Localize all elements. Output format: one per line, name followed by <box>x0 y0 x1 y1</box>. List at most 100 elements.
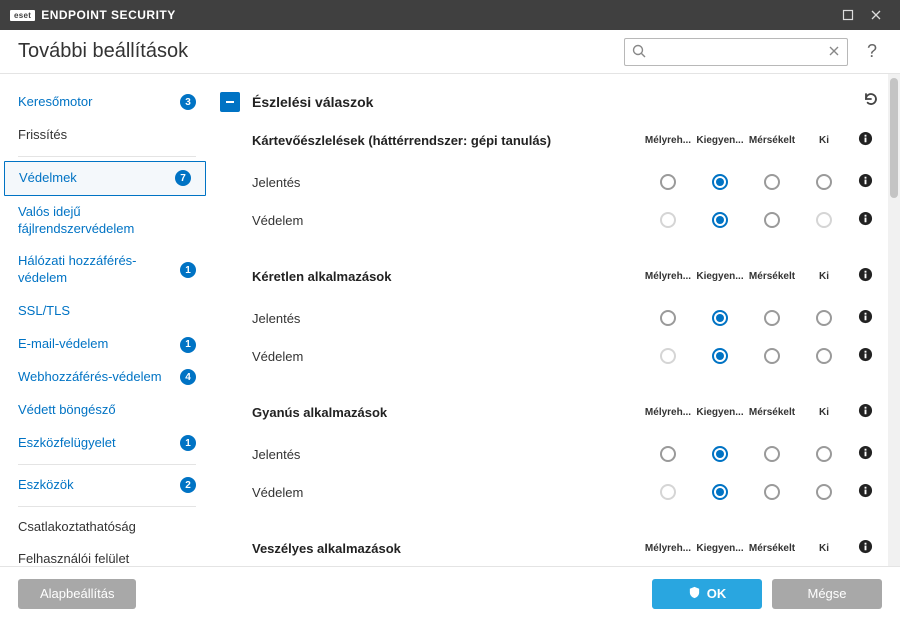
sidebar-item-label: Védett böngésző <box>18 402 196 419</box>
sidebar-item[interactable]: Csatlakoztathatóság <box>0 511 210 544</box>
radio-option[interactable] <box>746 446 798 462</box>
column-header: Kiegyen... <box>694 271 746 282</box>
scrollbar-thumb[interactable] <box>890 78 898 198</box>
window-close-button[interactable] <box>862 0 890 30</box>
settings-row: Védelem <box>252 473 880 511</box>
row-label: Védelem <box>252 213 642 228</box>
column-header: Mélyreh... <box>642 135 694 146</box>
sidebar-item-label: E-mail-védelem <box>18 336 174 353</box>
radio-option[interactable] <box>694 212 746 228</box>
group-title: Gyanús alkalmazások <box>252 405 642 420</box>
badge: 4 <box>180 369 196 385</box>
column-header: Mérsékelt <box>746 543 798 554</box>
group-title: Veszélyes alkalmazások <box>252 541 642 556</box>
radio-option[interactable] <box>746 212 798 228</box>
footer: Alapbeállítás OK Mégse <box>0 566 900 620</box>
row-label: Védelem <box>252 349 642 364</box>
row-label: Jelentés <box>252 175 642 190</box>
sidebar-item[interactable]: Eszközfelügyelet1 <box>0 427 210 460</box>
radio-option[interactable] <box>694 310 746 326</box>
column-header: Kiegyen... <box>694 407 746 418</box>
cancel-button[interactable]: Mégse <box>772 579 882 609</box>
sidebar-item[interactable]: SSL/TLS <box>0 295 210 328</box>
settings-group: Gyanús alkalmazásokMélyreh...Kiegyen...M… <box>252 403 880 511</box>
sidebar-item[interactable]: Védett böngésző <box>0 394 210 427</box>
radio-option[interactable] <box>746 484 798 500</box>
column-header: Mélyreh... <box>642 543 694 554</box>
radio-option[interactable] <box>642 446 694 462</box>
info-icon[interactable] <box>850 131 880 149</box>
info-icon[interactable] <box>850 445 880 463</box>
radio-option[interactable] <box>694 174 746 190</box>
sidebar-item-label: SSL/TLS <box>18 303 196 320</box>
collapse-section-button[interactable] <box>220 92 240 112</box>
row-label: Védelem <box>252 485 642 500</box>
radio-option[interactable] <box>694 446 746 462</box>
info-icon[interactable] <box>850 173 880 191</box>
radio-option[interactable] <box>746 174 798 190</box>
ok-label: OK <box>707 586 727 601</box>
settings-row: Védelem <box>252 337 880 375</box>
radio-option[interactable] <box>642 174 694 190</box>
sidebar-item[interactable]: Eszközök 2 <box>0 469 210 502</box>
sidebar-item-label: Felhasználói felület <box>18 551 196 566</box>
settings-group: Veszélyes alkalmazásokMélyreh...Kiegyen.… <box>252 539 880 566</box>
badge: 1 <box>180 337 196 353</box>
sidebar-item-label: Valós idejű fájlrendszervédelem <box>18 204 196 238</box>
settings-row: Jelentés <box>252 435 880 473</box>
section-title: Észlelési válaszok <box>252 94 850 110</box>
radio-option[interactable] <box>798 446 850 462</box>
info-icon[interactable] <box>850 347 880 365</box>
sidebar-item-label: Frissítés <box>18 127 196 144</box>
brand: eset ENDPOINT SECURITY <box>10 8 176 22</box>
radio-option[interactable] <box>642 310 694 326</box>
radio-option[interactable] <box>746 348 798 364</box>
sidebar-separator <box>18 506 196 507</box>
info-icon[interactable] <box>850 267 880 285</box>
radio-option[interactable] <box>798 310 850 326</box>
info-icon[interactable] <box>850 403 880 421</box>
info-icon[interactable] <box>850 211 880 229</box>
radio-option[interactable] <box>694 348 746 364</box>
content-panel: Észlelési válaszok Kártevőészlelések (há… <box>210 74 888 566</box>
search-box[interactable] <box>624 38 848 66</box>
column-header: Ki <box>798 271 850 282</box>
sidebar-item[interactable]: Keresőmotor3 <box>0 86 210 119</box>
info-icon[interactable] <box>850 309 880 327</box>
sidebar-item-label: Keresőmotor <box>18 94 174 111</box>
undo-button[interactable] <box>862 90 880 113</box>
sidebar-item-label: Hálózati hozzáférés-védelem <box>18 253 174 287</box>
sidebar-item[interactable]: E-mail-védelem 1 <box>0 328 210 361</box>
sidebar-item[interactable]: Felhasználói felület <box>0 543 210 566</box>
info-icon[interactable] <box>850 539 880 557</box>
ok-button[interactable]: OK <box>652 579 762 609</box>
radio-option <box>642 348 694 364</box>
search-input[interactable] <box>653 45 821 59</box>
sidebar-item[interactable]: Védelmek7 <box>4 161 206 196</box>
radio-option[interactable] <box>746 310 798 326</box>
sidebar-item-label: Eszközök <box>18 477 174 494</box>
badge: 1 <box>180 262 196 278</box>
settings-row: Jelentés <box>252 163 880 201</box>
vertical-scrollbar[interactable] <box>888 74 900 566</box>
search-icon <box>631 43 647 64</box>
sidebar-item[interactable]: Webhozzáférés-védelem 4 <box>0 361 210 394</box>
radio-option[interactable] <box>694 484 746 500</box>
defaults-button[interactable]: Alapbeállítás <box>18 579 136 609</box>
sidebar: Keresőmotor3 Frissítés Védelmek7 Valós idej… <box>0 74 210 566</box>
sidebar-item[interactable]: Hálózati hozzáférés-védelem 1 <box>0 245 210 295</box>
radio-option[interactable] <box>798 348 850 364</box>
sidebar-item-label: Védelmek <box>19 170 169 187</box>
brand-logo: eset <box>10 10 35 21</box>
radio-option[interactable] <box>798 174 850 190</box>
sidebar-item[interactable]: Valós idejű fájlrendszervédelem <box>0 196 210 246</box>
sidebar-item[interactable]: Frissítés <box>0 119 210 152</box>
info-icon[interactable] <box>850 483 880 501</box>
sidebar-item-label: Webhozzáférés-védelem <box>18 369 174 386</box>
help-button[interactable]: ? <box>860 41 884 62</box>
radio-option[interactable] <box>798 484 850 500</box>
badge: 2 <box>180 477 196 493</box>
radio-option <box>642 484 694 500</box>
clear-search-icon[interactable] <box>827 44 841 63</box>
window-maximize-button[interactable] <box>834 0 862 30</box>
